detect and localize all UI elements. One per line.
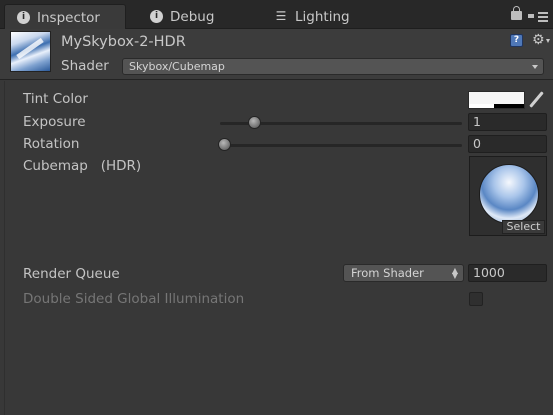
render-queue-mode: From Shader xyxy=(351,266,424,280)
tab-bar: i Inspector i Debug ☰ Lighting xyxy=(0,0,553,30)
properties-panel xyxy=(0,81,553,415)
shader-label: Shader xyxy=(61,58,109,74)
tab-lighting[interactable]: ☰ Lighting xyxy=(262,4,382,29)
rotation-slider-track[interactable] xyxy=(220,144,462,147)
shader-dropdown[interactable]: Skybox/Cubemap xyxy=(122,58,544,75)
cubemap-preview xyxy=(479,164,539,224)
lighting-icon: ☰ xyxy=(275,9,287,23)
rotation-input[interactable]: 0 xyxy=(468,135,547,153)
tab-inspector[interactable]: i Inspector xyxy=(4,4,126,30)
rotation-label: Rotation xyxy=(23,136,80,152)
asset-name: MySkybox-2-HDR xyxy=(61,34,186,50)
help-icon[interactable]: ? xyxy=(510,34,523,47)
exposure-slider-thumb[interactable] xyxy=(247,116,261,129)
cubemap-label: Cubemap (HDR) xyxy=(23,158,142,174)
exposure-label: Exposure xyxy=(23,114,86,130)
alpha-bar xyxy=(469,104,524,108)
render-queue-label: Render Queue xyxy=(23,266,120,282)
shader-dropdown-value: Skybox/Cubemap xyxy=(129,60,225,73)
render-queue-input[interactable]: 1000 xyxy=(468,264,547,282)
rotation-slider-thumb[interactable] xyxy=(218,138,231,151)
double-sided-gi-label: Double Sided Global Illumination xyxy=(23,291,245,307)
tab-debug-label: Debug xyxy=(170,8,215,25)
menu-icon[interactable] xyxy=(528,10,550,22)
panel-divider xyxy=(4,81,5,415)
tab-lighting-label: Lighting xyxy=(295,8,350,25)
cubemap-field[interactable]: Select xyxy=(469,156,547,236)
updown-icon: ▲ ▼ xyxy=(451,266,458,280)
double-sided-gi-checkbox[interactable] xyxy=(469,292,483,306)
tint-color-field[interactable] xyxy=(468,91,525,109)
render-queue-dropdown[interactable]: From Shader ▲ ▼ xyxy=(343,264,464,282)
eyedropper-icon[interactable] xyxy=(528,91,544,109)
gear-icon[interactable]: ⚙ xyxy=(532,33,550,47)
lock-icon[interactable] xyxy=(511,6,522,20)
cubemap-select-button[interactable]: Select xyxy=(502,220,545,234)
info-icon: i xyxy=(17,11,30,24)
info-icon: i xyxy=(150,10,163,23)
tab-debug[interactable]: i Debug xyxy=(138,4,248,29)
exposure-input[interactable]: 1 xyxy=(468,113,547,131)
material-thumbnail xyxy=(10,31,51,72)
tab-inspector-label: Inspector xyxy=(37,9,100,26)
chevron-down-icon xyxy=(532,65,538,69)
inspector-header: MySkybox-2-HDR Shader Skybox/Cubemap ? ⚙ xyxy=(0,29,553,80)
tint-color-label: Tint Color xyxy=(23,91,88,107)
